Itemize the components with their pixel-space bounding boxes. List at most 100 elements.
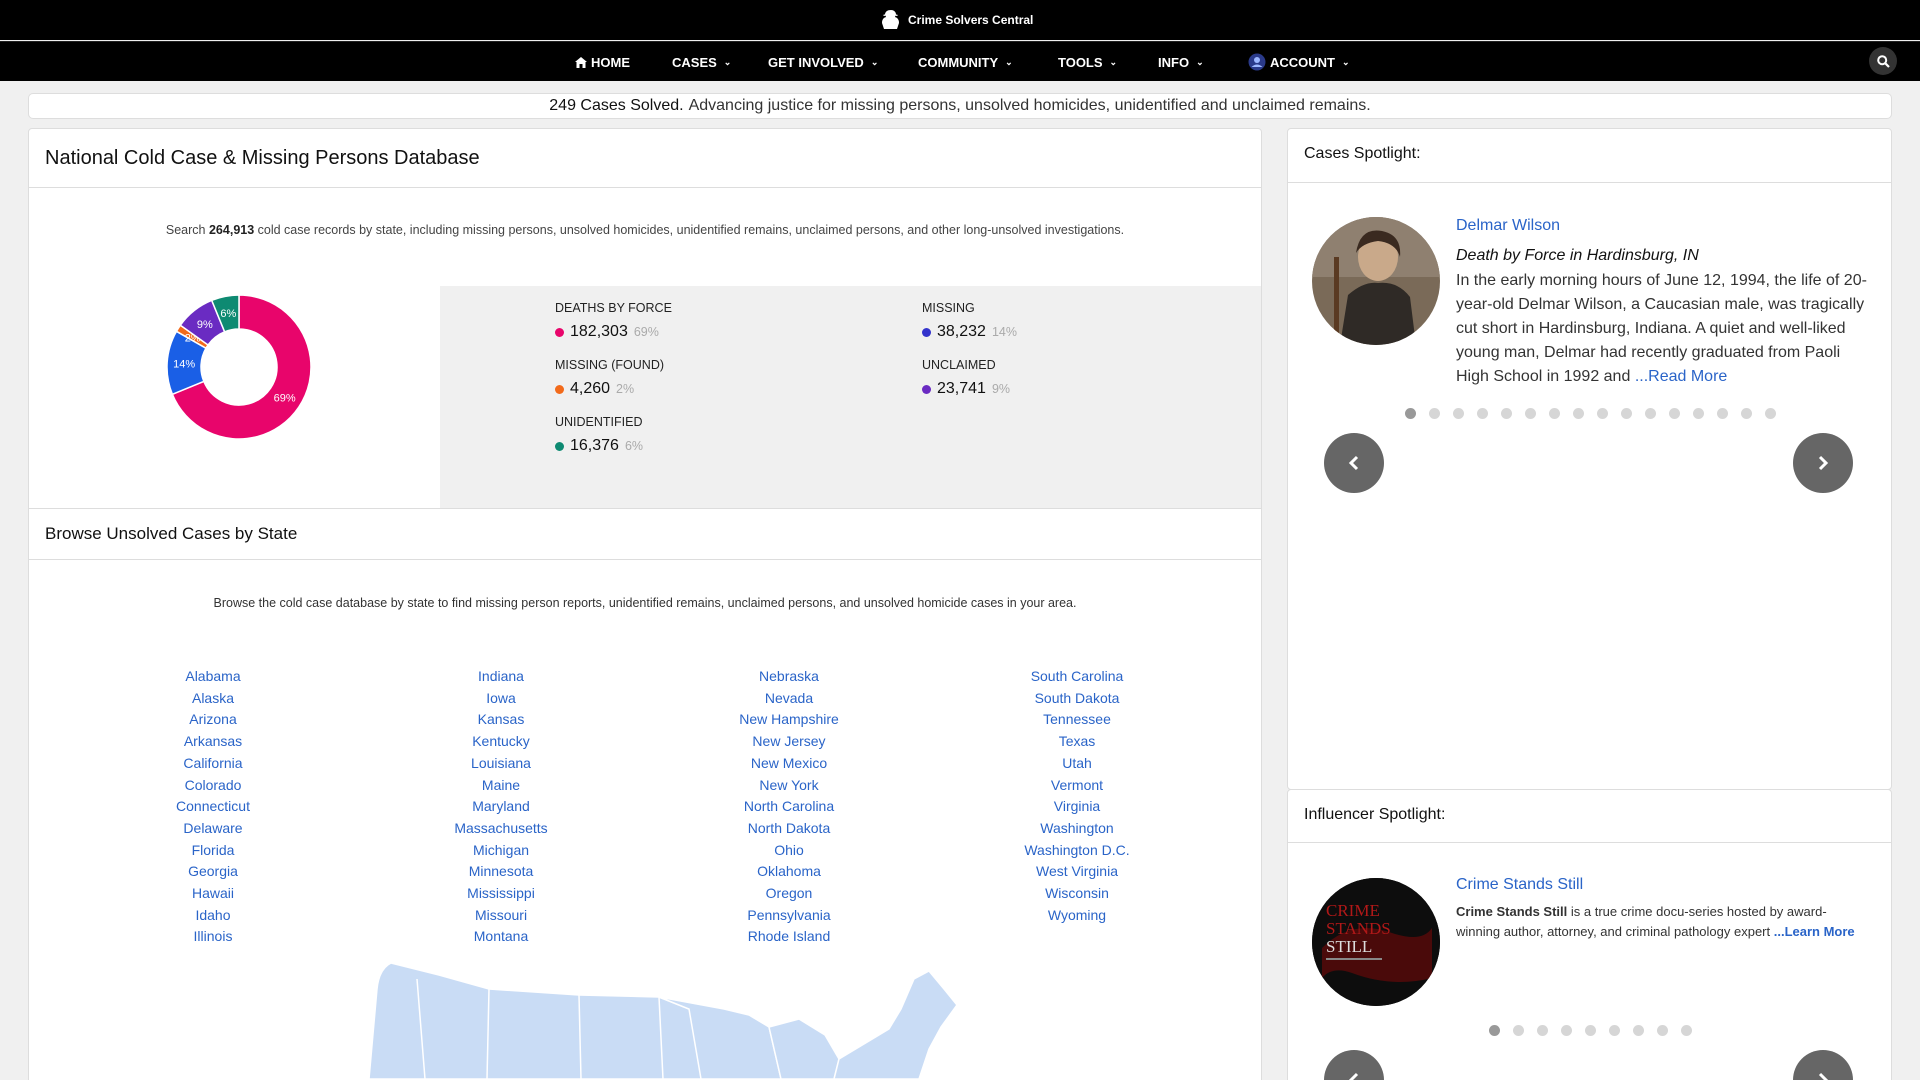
state-link[interactable]: South Dakota [977, 688, 1177, 710]
carousel-dot[interactable] [1657, 1025, 1668, 1036]
state-link[interactable]: Delaware [113, 818, 313, 840]
state-link[interactable]: New Mexico [689, 753, 889, 775]
state-link[interactable]: Florida [113, 840, 313, 862]
state-link[interactable]: Maryland [401, 796, 601, 818]
carousel-dot[interactable] [1501, 408, 1512, 419]
stats-panel: DEATHS BY FORCE 182,303 69% MISSING 38,23… [440, 286, 1261, 508]
state-link[interactable]: North Carolina [689, 796, 889, 818]
state-link[interactable]: Alabama [113, 666, 313, 688]
cases-donut-chart[interactable]: 69% 14% 2% 9% 6% [159, 287, 319, 447]
carousel-next-button[interactable] [1793, 433, 1853, 493]
carousel-dot[interactable] [1585, 1025, 1596, 1036]
state-link[interactable]: Nebraska [689, 666, 889, 688]
influencer-prev-button[interactable] [1324, 1050, 1384, 1080]
case-name-link[interactable]: Delmar Wilson [1456, 217, 1560, 235]
carousel-dot[interactable] [1693, 408, 1704, 419]
state-link[interactable]: Wyoming [977, 905, 1177, 927]
state-link[interactable]: Ohio [689, 840, 889, 862]
state-link[interactable]: Tennessee [977, 709, 1177, 731]
stat-value: 182,303 [570, 323, 628, 340]
state-link[interactable]: Washington D.C. [977, 840, 1177, 862]
state-link[interactable]: Hawaii [113, 883, 313, 905]
state-link[interactable]: Illinois [113, 926, 313, 948]
state-link[interactable]: Washington [977, 818, 1177, 840]
us-map[interactable] [329, 949, 989, 1080]
state-link[interactable]: Louisiana [401, 753, 601, 775]
carousel-dot[interactable] [1489, 1025, 1500, 1036]
state-link[interactable]: Utah [977, 753, 1177, 775]
carousel-dot[interactable] [1681, 1025, 1692, 1036]
carousel-dot[interactable] [1633, 1025, 1644, 1036]
search-button[interactable] [1869, 47, 1897, 75]
carousel-dot[interactable] [1405, 408, 1416, 419]
carousel-dot[interactable] [1549, 408, 1560, 419]
influencer-name-link[interactable]: Crime Stands Still [1456, 876, 1583, 894]
carousel-dot[interactable] [1597, 408, 1608, 419]
carousel-dot[interactable] [1429, 408, 1440, 419]
state-link[interactable]: California [113, 753, 313, 775]
state-link[interactable]: Georgia [113, 861, 313, 883]
carousel-dot[interactable] [1645, 408, 1656, 419]
nav-community[interactable]: COMMUNITY ⌄ [918, 42, 1013, 82]
state-link[interactable]: South Carolina [977, 666, 1177, 688]
carousel-dot[interactable] [1453, 408, 1464, 419]
carousel-dot[interactable] [1669, 408, 1680, 419]
nav-info[interactable]: INFO ⌄ [1158, 42, 1204, 82]
state-link[interactable]: New Jersey [689, 731, 889, 753]
us-map-northeast[interactable] [833, 970, 958, 1080]
state-link[interactable]: Oklahoma [689, 861, 889, 883]
state-link[interactable]: Mississippi [401, 883, 601, 905]
state-link[interactable]: Vermont [977, 775, 1177, 797]
carousel-dot[interactable] [1525, 408, 1536, 419]
learn-more-link[interactable]: ...Learn More [1774, 924, 1855, 939]
nav-home[interactable]: HOME [575, 42, 630, 82]
state-link[interactable]: Missouri [401, 905, 601, 927]
carousel-dot[interactable] [1573, 408, 1584, 419]
carousel-dot[interactable] [1765, 408, 1776, 419]
nav-cases[interactable]: CASES ⌄ [672, 42, 731, 82]
state-link[interactable]: Kentucky [401, 731, 601, 753]
influencer-next-button[interactable] [1793, 1050, 1853, 1080]
state-link[interactable]: Maine [401, 775, 601, 797]
carousel-dot[interactable] [1621, 408, 1632, 419]
read-more-link[interactable]: ...Read More [1635, 368, 1727, 385]
state-link[interactable]: Minnesota [401, 861, 601, 883]
carousel-dot[interactable] [1609, 1025, 1620, 1036]
state-link[interactable]: Nevada [689, 688, 889, 710]
nav-tools[interactable]: TOOLS ⌄ [1058, 42, 1117, 82]
state-link[interactable]: Oregon [689, 883, 889, 905]
state-link[interactable]: Colorado [113, 775, 313, 797]
state-link[interactable]: Massachusetts [401, 818, 601, 840]
state-link[interactable]: Virginia [977, 796, 1177, 818]
state-link[interactable]: Idaho [113, 905, 313, 927]
state-link[interactable]: Montana [401, 926, 601, 948]
carousel-dot[interactable] [1513, 1025, 1524, 1036]
state-link[interactable]: Alaska [113, 688, 313, 710]
state-link[interactable]: Indiana [401, 666, 601, 688]
state-link[interactable]: West Virginia [977, 861, 1177, 883]
influencer-logo[interactable]: CRIME STANDS STILL [1312, 878, 1440, 1006]
brand-logo[interactable]: Crime Solvers Central [878, 9, 1033, 31]
state-link[interactable]: Arizona [113, 709, 313, 731]
state-link[interactable]: Wisconsin [977, 883, 1177, 905]
state-link[interactable]: Kansas [401, 709, 601, 731]
us-map-great-lakes[interactable] [768, 1018, 840, 1080]
state-link[interactable]: Texas [977, 731, 1177, 753]
carousel-dot[interactable] [1537, 1025, 1548, 1036]
state-link[interactable]: Iowa [401, 688, 601, 710]
carousel-prev-button[interactable] [1324, 433, 1384, 493]
carousel-dot[interactable] [1477, 408, 1488, 419]
carousel-dot[interactable] [1717, 408, 1728, 419]
state-link[interactable]: Arkansas [113, 731, 313, 753]
state-link[interactable]: New Hampshire [689, 709, 889, 731]
state-link[interactable]: North Dakota [689, 818, 889, 840]
state-link[interactable]: Rhode Island [689, 926, 889, 948]
carousel-dot[interactable] [1741, 408, 1752, 419]
state-link[interactable]: Michigan [401, 840, 601, 862]
nav-get-involved[interactable]: GET INVOLVED ⌄ [768, 42, 878, 82]
carousel-dot[interactable] [1561, 1025, 1572, 1036]
state-link[interactable]: New York [689, 775, 889, 797]
state-link[interactable]: Pennsylvania [689, 905, 889, 927]
nav-account[interactable]: ACCOUNT ⌄ [1248, 42, 1350, 82]
state-link[interactable]: Connecticut [113, 796, 313, 818]
